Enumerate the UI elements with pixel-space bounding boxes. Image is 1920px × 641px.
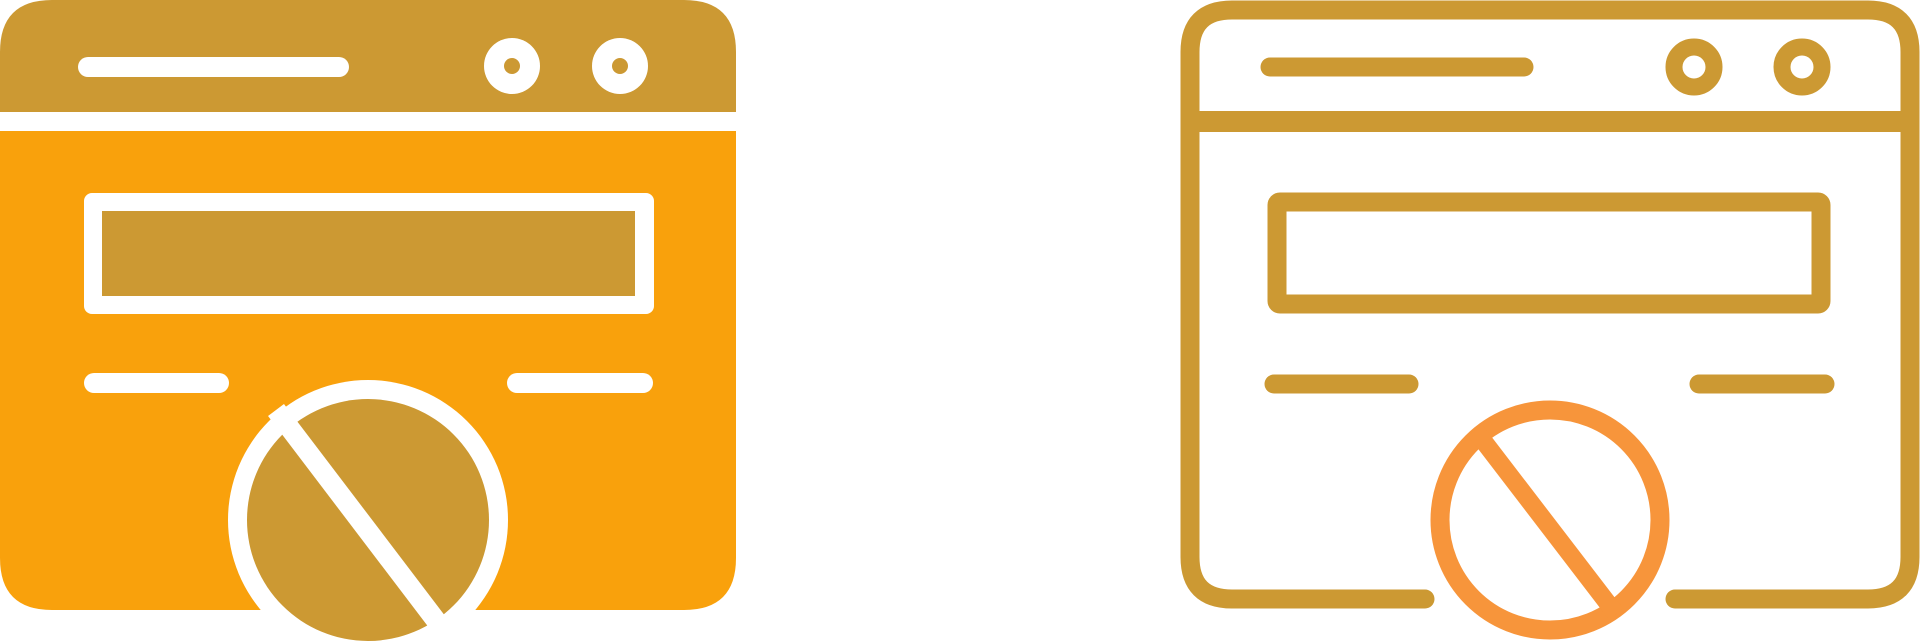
window-control-button: [592, 38, 648, 94]
text-line-right: [507, 373, 653, 393]
banner-fill: [102, 211, 635, 296]
window-control-button: [1665, 38, 1723, 96]
title-bar-divider: [1190, 111, 1910, 132]
blocked-browser-window-glyph-icon: [0, 0, 736, 641]
icon-canvas: [0, 0, 1920, 641]
blocked-browser-window-outline-icon: [1180, 0, 1920, 640]
window-control-button: [484, 38, 540, 94]
window-control-button: [1773, 38, 1831, 96]
address-bar: [78, 57, 349, 77]
banner-frame: [1267, 192, 1831, 314]
text-line-left: [84, 373, 229, 393]
block-sign-icon: [1430, 400, 1670, 640]
